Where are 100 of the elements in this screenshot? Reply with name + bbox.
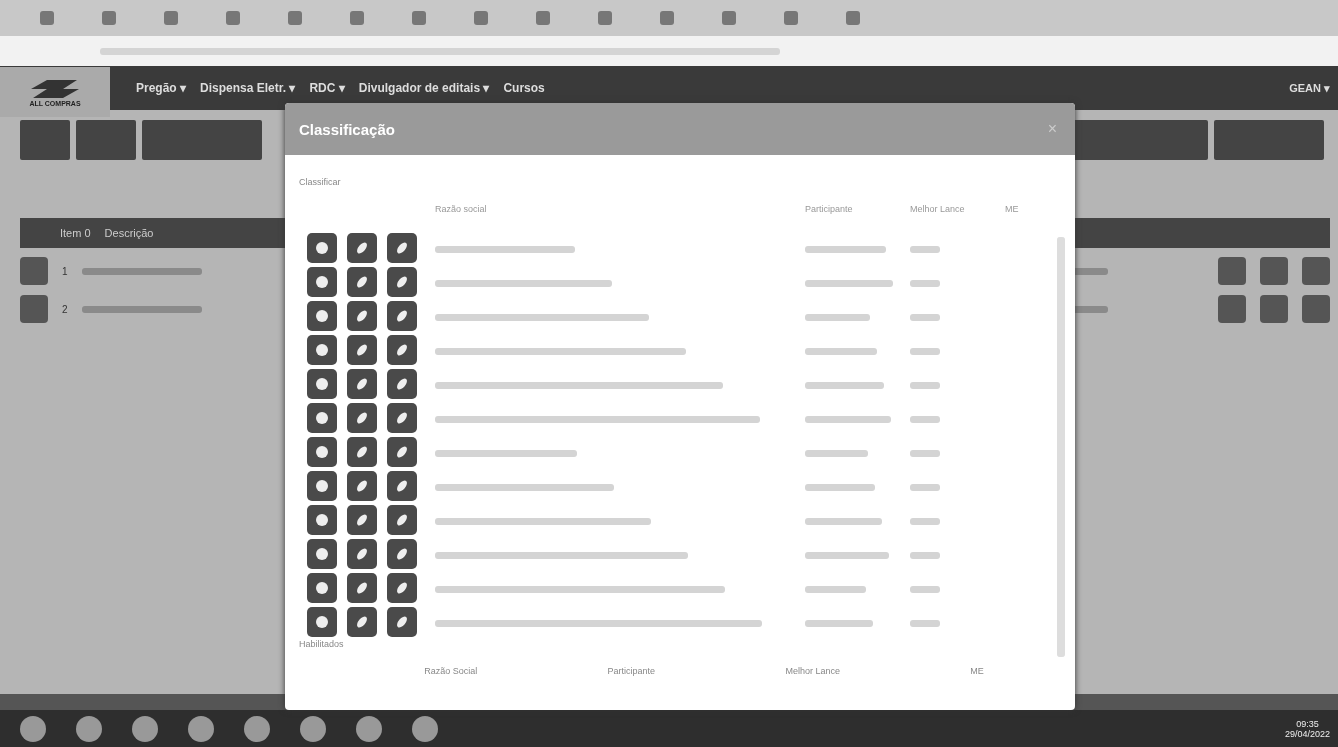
leaf-icon [354, 478, 370, 494]
view-button[interactable] [307, 301, 337, 331]
section-label: Habilitados [299, 639, 344, 649]
blurred-text [910, 314, 940, 321]
edit-button[interactable] [387, 267, 417, 297]
edit-button[interactable] [347, 403, 377, 433]
edit-button[interactable] [387, 505, 417, 535]
view-button[interactable] [307, 573, 337, 603]
leaf-icon [394, 444, 410, 460]
column-header: Melhor Lance [785, 666, 840, 676]
blurred-text [910, 620, 940, 627]
taskbar-app-icon[interactable] [188, 715, 214, 742]
balloon-icon [314, 614, 330, 630]
menu-item[interactable]: Cursos [503, 81, 545, 95]
view-button[interactable] [307, 607, 337, 637]
edit-button[interactable] [347, 573, 377, 603]
view-button[interactable] [307, 437, 337, 467]
leaf-icon [354, 546, 370, 562]
taskbar-app-icon[interactable] [244, 715, 270, 742]
edit-button[interactable] [347, 471, 377, 501]
view-button[interactable] [307, 233, 337, 263]
column-header: Item 0 [60, 227, 91, 239]
edit-button[interactable] [347, 437, 377, 467]
balloon-icon [314, 512, 330, 528]
taskbar-app-icon[interactable] [412, 715, 438, 742]
balloon-icon [314, 308, 330, 324]
menu-item[interactable]: Divulgador de editais ▾ [358, 81, 490, 95]
view-button[interactable] [307, 539, 337, 569]
column-header: Melhor Lance [910, 204, 966, 214]
column-header: Razão Social [424, 666, 478, 676]
clock-time: 09:35 [1296, 718, 1319, 729]
taskbar-app-icon[interactable] [132, 715, 158, 742]
view-button[interactable] [307, 505, 337, 535]
view-button[interactable] [307, 335, 337, 365]
column-header: ME [970, 666, 984, 676]
blurred-text [910, 382, 940, 389]
view-button[interactable] [307, 471, 337, 501]
item-number: 1 [62, 265, 68, 277]
leaf-icon [354, 410, 370, 426]
leaf-icon [354, 614, 370, 630]
blurred-text [910, 348, 940, 355]
balloon-icon [314, 376, 330, 392]
leaf-icon [354, 376, 370, 392]
menu-item[interactable]: Pregão ▾ [136, 81, 186, 95]
menu-item[interactable]: RDC ▾ [309, 81, 345, 95]
leaf-icon [394, 240, 410, 256]
blurred-text [910, 246, 940, 253]
taskbar-app-icon[interactable] [20, 715, 46, 742]
blurred-text [805, 314, 870, 321]
menu-item[interactable]: Dispensa Eletr. ▾ [200, 81, 296, 95]
view-button[interactable] [307, 403, 337, 433]
view-button[interactable] [307, 267, 337, 297]
leaf-icon [354, 512, 370, 528]
column-header: Razão social [435, 204, 488, 214]
edit-button[interactable] [347, 607, 377, 637]
edit-button[interactable] [387, 573, 417, 603]
edit-button[interactable] [347, 505, 377, 535]
blurred-text [910, 552, 940, 559]
edit-button[interactable] [387, 301, 417, 331]
blurred-text [910, 450, 940, 457]
edit-button[interactable] [387, 471, 417, 501]
edit-button[interactable] [387, 233, 417, 263]
edit-button[interactable] [347, 539, 377, 569]
blurred-text [910, 416, 940, 423]
edit-button[interactable] [387, 437, 417, 467]
leaf-icon [394, 580, 410, 596]
leaf-icon [394, 546, 410, 562]
leaf-icon [354, 342, 370, 358]
scrollbar[interactable] [1057, 237, 1065, 657]
leaf-icon [394, 410, 410, 426]
balloon-icon [314, 274, 330, 290]
taskbar-app-icon[interactable] [300, 715, 326, 742]
user-menu[interactable]: GEAN ▾ [1289, 81, 1330, 95]
edit-button[interactable] [387, 369, 417, 399]
edit-button[interactable] [347, 233, 377, 263]
view-button[interactable] [307, 369, 337, 399]
balloon-icon [314, 240, 330, 256]
blurred-text [805, 484, 875, 491]
edit-button[interactable] [387, 539, 417, 569]
edit-button[interactable] [347, 369, 377, 399]
leaf-icon [354, 274, 370, 290]
edit-button[interactable] [347, 335, 377, 365]
column-header: ME [1005, 204, 1020, 214]
clock-date: 29/04/2022 [1284, 728, 1330, 739]
taskbar-app-icon[interactable] [356, 715, 382, 742]
edit-button[interactable] [387, 607, 417, 637]
blurred-text [805, 586, 866, 593]
balloon-icon [314, 410, 330, 426]
edit-button[interactable] [387, 335, 417, 365]
blurred-text [910, 484, 940, 491]
balloon-icon [314, 342, 330, 358]
section-label: Classificar [299, 177, 341, 187]
leaf-icon [354, 444, 370, 460]
blurred-text [910, 586, 940, 593]
edit-button[interactable] [347, 301, 377, 331]
edit-button[interactable] [387, 403, 417, 433]
edit-button[interactable] [347, 267, 377, 297]
balloon-icon [314, 580, 330, 596]
blurred-text [910, 518, 940, 525]
taskbar-app-icon[interactable] [76, 715, 102, 742]
